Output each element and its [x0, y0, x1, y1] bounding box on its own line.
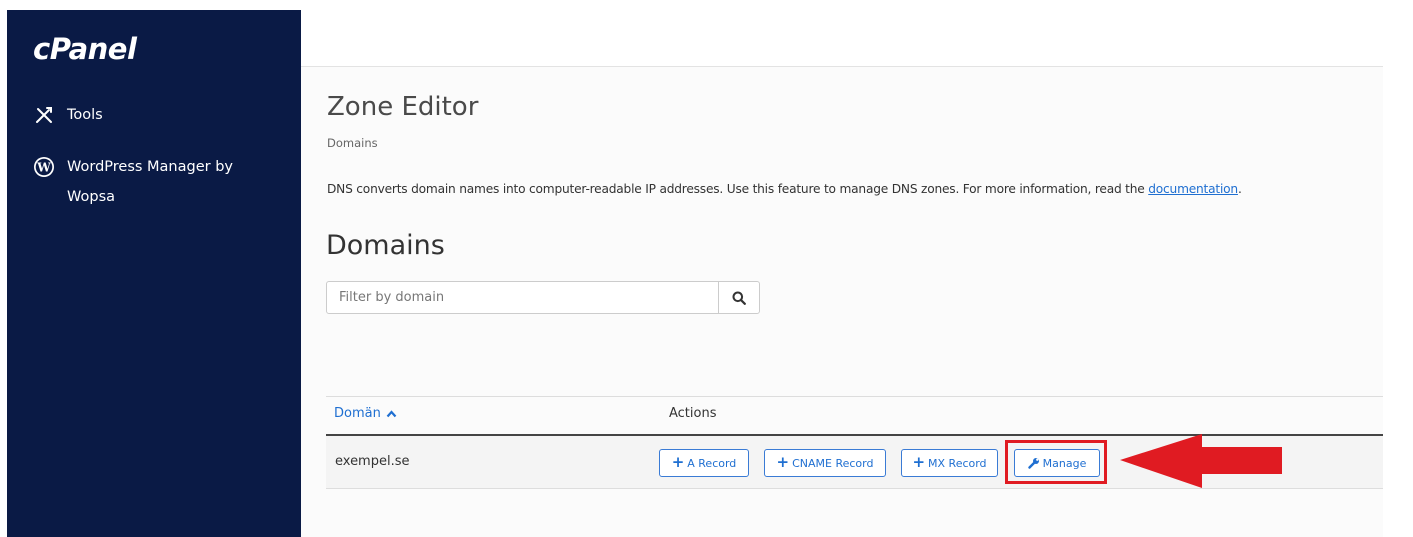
- documentation-link[interactable]: documentation: [1148, 182, 1238, 196]
- page-title: Zone Editor: [327, 92, 479, 122]
- plus-icon: +: [776, 453, 790, 471]
- section-title: Domains: [326, 230, 445, 261]
- button-label: A Record: [687, 456, 737, 470]
- sidebar-item-wordpress-manager[interactable]: W WordPress Manager by Wopsa: [33, 152, 283, 212]
- sidebar-item-label: WordPress Manager by Wopsa: [67, 159, 233, 205]
- sidebar: cPanel Tools W WordPress Manager by Wops…: [7, 10, 301, 537]
- plus-icon: +: [671, 453, 685, 471]
- svg-text:W: W: [36, 161, 51, 175]
- button-label: CNAME Record: [792, 456, 874, 470]
- column-header-actions: Actions: [669, 406, 717, 421]
- cpanel-logo[interactable]: cPanel: [33, 32, 137, 66]
- search-icon: [732, 291, 746, 305]
- sidebar-item-label: Tools: [67, 107, 103, 123]
- table-top-border: [326, 396, 1383, 397]
- plus-icon: +: [912, 453, 926, 471]
- add-a-record-button[interactable]: + A Record: [659, 449, 749, 477]
- page-description: DNS converts domain names into computer-…: [327, 182, 1242, 196]
- search-button[interactable]: [718, 282, 759, 313]
- wordpress-icon: W: [34, 157, 54, 177]
- sidebar-item-tools[interactable]: Tools: [33, 104, 103, 126]
- domain-cell: exempel.se: [335, 454, 410, 469]
- button-label: MX Record: [928, 456, 987, 470]
- description-text: DNS converts domain names into computer-…: [327, 182, 1149, 196]
- sort-ascending-icon: [386, 409, 397, 417]
- tools-icon: [36, 107, 52, 123]
- add-mx-record-button[interactable]: + MX Record: [901, 449, 998, 477]
- add-cname-record-button[interactable]: + CNAME Record: [764, 449, 886, 477]
- manage-highlight-box: [1005, 440, 1107, 484]
- pointer-arrow-icon: [1120, 434, 1282, 488]
- description-end: .: [1237, 182, 1242, 196]
- domain-filter: [326, 281, 760, 314]
- search-input[interactable]: [327, 282, 718, 313]
- column-header-label: Domän: [334, 406, 381, 421]
- breadcrumb: Domains: [327, 136, 378, 150]
- column-header-domain[interactable]: Domän: [334, 406, 397, 421]
- top-bar: [301, 10, 1383, 67]
